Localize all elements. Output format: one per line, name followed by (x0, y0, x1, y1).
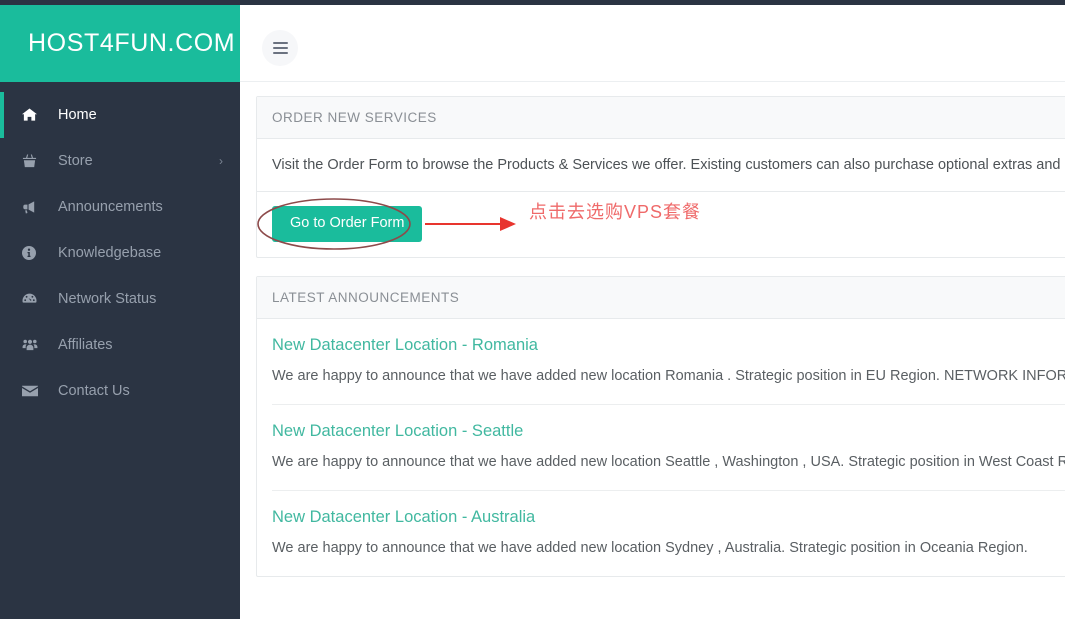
latest-announcements-panel: LATEST ANNOUNCEMENTS New Datacenter Loca… (256, 276, 1065, 576)
sidebar-item-store[interactable]: Store › (0, 138, 240, 184)
sidebar-item-affiliates[interactable]: Affiliates (0, 322, 240, 368)
annotation-arrow-head (500, 217, 516, 231)
sidebar-item-label: Knowledgebase (58, 245, 161, 261)
main-content: ORDER NEW SERVICES Visit the Order Form … (240, 82, 1065, 619)
home-icon (22, 108, 44, 122)
hamburger-bar (273, 52, 288, 54)
users-icon (22, 338, 44, 352)
page-root: HOST4FUN.COM Home Store › An (0, 0, 1065, 619)
sidebar-item-label: Network Status (58, 291, 156, 307)
hamburger-menu-icon[interactable] (262, 30, 298, 66)
announcement-title-link[interactable]: New Datacenter Location - Seattle (272, 422, 1065, 441)
sidebar-item-network-status[interactable]: Network Status (0, 276, 240, 322)
announcement-title-link[interactable]: New Datacenter Location - Australia (272, 508, 1065, 527)
panel-title: LATEST ANNOUNCEMENTS (257, 277, 1065, 319)
annotation-text: 点击去选购VPS套餐 (529, 198, 701, 224)
info-circle-icon (22, 246, 44, 260)
sidebar-item-label: Announcements (58, 199, 163, 215)
sidebar-item-label: Home (58, 107, 97, 123)
brand-logo[interactable]: HOST4FUN.COM (0, 5, 240, 82)
announcement-summary: We are happy to announce that we have ad… (272, 452, 1065, 474)
list-item: New Datacenter Location - Romania We are… (272, 319, 1065, 405)
chevron-right-icon: › (219, 155, 223, 167)
hamburger-bar (273, 47, 288, 49)
dashboard-icon (22, 292, 44, 306)
envelope-icon (22, 385, 44, 397)
hamburger-bar (273, 42, 288, 44)
sidebar-item-contact-us[interactable]: Contact Us (0, 368, 240, 414)
list-item: New Datacenter Location - Australia We a… (272, 491, 1065, 576)
order-new-services-panel: ORDER NEW SERVICES Visit the Order Form … (256, 96, 1065, 258)
sidebar-item-announcements[interactable]: Announcements (0, 184, 240, 230)
brand-title: HOST4FUN.COM (28, 29, 235, 58)
announcement-summary: We are happy to announce that we have ad… (272, 366, 1065, 388)
shopping-basket-icon (22, 154, 44, 168)
announcement-summary: We are happy to announce that we have ad… (272, 538, 1065, 560)
panel-footer: Go to Order Form 点击去选购VPS套餐 (257, 191, 1065, 257)
go-to-order-form-button[interactable]: Go to Order Form (272, 206, 422, 242)
sidebar-item-label: Affiliates (58, 337, 113, 353)
top-navbar (240, 5, 1065, 82)
sidebar-item-label: Store (58, 153, 93, 169)
sidebar-item-knowledgebase[interactable]: Knowledgebase (0, 230, 240, 276)
bullhorn-icon (22, 200, 44, 214)
panel-title: ORDER NEW SERVICES (257, 97, 1065, 139)
panel-description: Visit the Order Form to browse the Produ… (257, 139, 1065, 191)
announcements-list: New Datacenter Location - Romania We are… (257, 319, 1065, 575)
announcement-title-link[interactable]: New Datacenter Location - Romania (272, 336, 1065, 355)
list-item: New Datacenter Location - Seattle We are… (272, 405, 1065, 491)
sidebar-item-home[interactable]: Home (0, 92, 240, 138)
sidebar-navigation: Home Store › Announcements Knowledgebase (0, 82, 240, 619)
sidebar-item-label: Contact Us (58, 383, 130, 399)
